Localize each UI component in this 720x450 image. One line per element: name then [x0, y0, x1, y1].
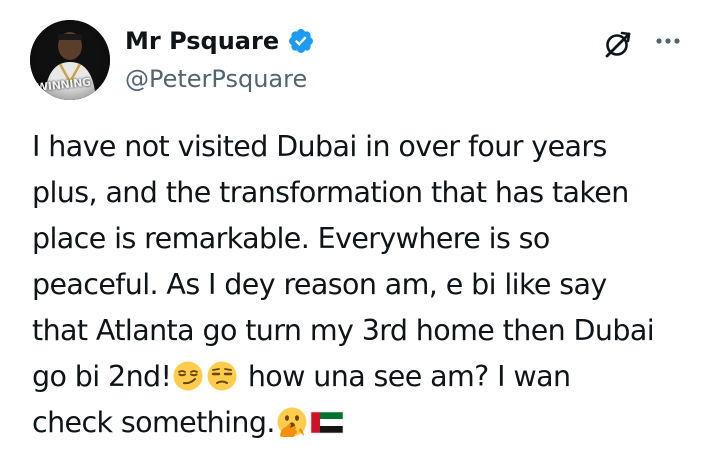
- more-options-icon[interactable]: [650, 26, 686, 62]
- tweet-text-segment: check something.: [32, 406, 275, 439]
- smirking-face-icon: [172, 360, 204, 392]
- uae-flag-icon: [310, 406, 344, 438]
- hand-over-mouth-face-icon: [276, 406, 308, 438]
- author-display-name[interactable]: Mr Psquare: [125, 25, 279, 57]
- unamused-face-icon: [206, 360, 238, 392]
- tweet-line: I have not visited Dubai in over four ye…: [32, 130, 607, 163]
- verified-badge-icon: [289, 29, 313, 53]
- tweet-line: check something.: [32, 400, 702, 446]
- tweet-line: that Atlanta go turn my 3rd home then Du…: [32, 314, 655, 347]
- tweet-line: plus, and the transformation that has ta…: [32, 176, 629, 209]
- avatar[interactable]: WINNING: [30, 20, 110, 100]
- grok-icon[interactable]: [600, 26, 636, 62]
- tweet-text-segment: go bi 2nd!: [32, 360, 172, 393]
- tweet-text: I have not visited Dubai in over four ye…: [32, 124, 702, 446]
- tweet-line: place is remarkable. Everywhere is so: [32, 222, 550, 255]
- tweet-line: go bi 2nd! how una see am? I wan: [32, 354, 702, 400]
- author-handle[interactable]: @PeterPsquare: [125, 63, 307, 95]
- tweet-text-segment: how una see am? I wan: [239, 360, 571, 393]
- tweet-line: peaceful. As I dey reason am, e bi like …: [32, 268, 607, 301]
